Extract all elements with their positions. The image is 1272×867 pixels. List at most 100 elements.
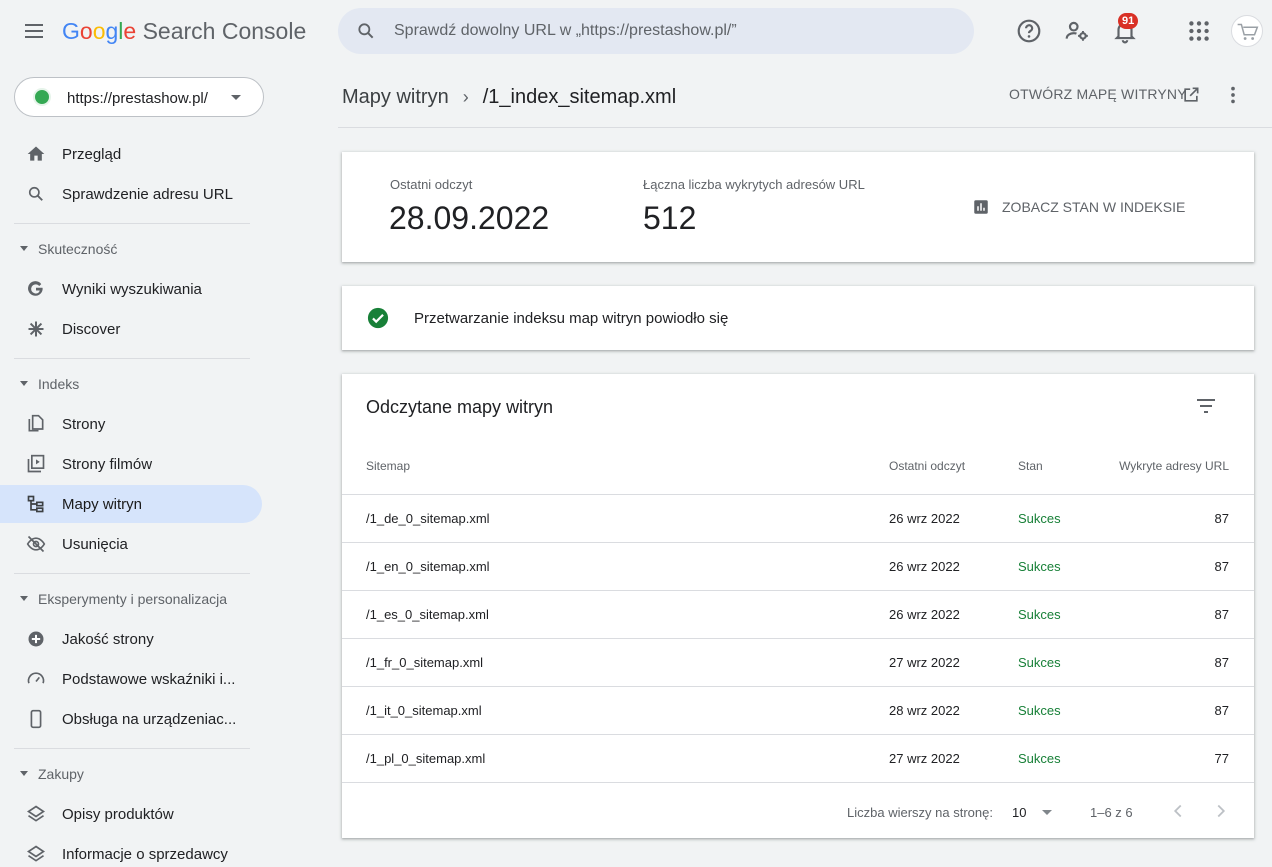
sidebar-item-search-results[interactable]: Wyniki wyszukiwania — [0, 270, 262, 308]
sidebar-item-url-inspection[interactable]: Sprawdzenie adresu URL — [0, 175, 262, 213]
sidebar-item-sitemaps[interactable]: Mapy witryn — [0, 485, 262, 523]
sitemap-cell: /1_es_0_sitemap.xml — [366, 607, 489, 622]
sitemap-cell: /1_en_0_sitemap.xml — [366, 559, 490, 574]
last-read-cell: 26 wrz 2022 — [889, 511, 960, 526]
sidebar-item-label: Sprawdzenie adresu URL — [62, 186, 233, 203]
sidebar-item-pages[interactable]: Strony — [0, 405, 262, 443]
sitemap-cell: /1_it_0_sitemap.xml — [366, 703, 482, 718]
column-header-discovered-urls[interactable]: Wykryte adresy URL — [1119, 459, 1229, 473]
search-console-logo[interactable]: Google Search Console — [62, 18, 306, 45]
header-divider — [338, 127, 1272, 128]
column-header-status[interactable]: Stan — [1018, 459, 1043, 473]
sitemap-cell: /1_fr_0_sitemap.xml — [366, 655, 484, 670]
open-in-new-icon[interactable] — [1181, 85, 1201, 105]
last-read-label: Ostatni odczyt — [390, 177, 473, 192]
last-read-cell: 26 wrz 2022 — [889, 607, 960, 622]
sidebar-item-label: Wyniki wyszukiwania — [62, 281, 202, 298]
chevron-right-icon: › — [462, 87, 469, 107]
discovered-urls-label: Łączna liczba wykrytych adresów URL — [643, 177, 865, 192]
section-label: Indeks — [38, 376, 80, 392]
filter-icon[interactable] — [1194, 394, 1218, 418]
status-cell: Sukces — [1018, 511, 1061, 526]
status-cell: Sukces — [1018, 703, 1061, 718]
table-row[interactable]: /1_fr_0_sitemap.xml 27 wrz 2022 Sukces 8… — [342, 638, 1254, 686]
sidebar-item-label: Przegląd — [62, 146, 122, 163]
sidebar-item-product-snippets[interactable]: Opisy produktów — [0, 795, 262, 833]
url-inspection-search[interactable] — [338, 8, 974, 54]
next-page-icon[interactable] — [1210, 800, 1232, 822]
section-shopping[interactable]: Zakupy — [0, 762, 262, 786]
success-check-icon — [367, 307, 389, 329]
more-vert-icon[interactable] — [1222, 84, 1244, 106]
eye-off-icon — [26, 535, 46, 553]
table-row[interactable]: /1_de_0_sitemap.xml 26 wrz 2022 Sukces 8… — [342, 494, 1254, 542]
apps-grid-icon[interactable] — [1186, 18, 1212, 44]
sidebar-divider — [14, 223, 250, 224]
previous-page-icon[interactable] — [1167, 800, 1189, 822]
search-input[interactable] — [394, 8, 954, 54]
phone-icon — [30, 709, 42, 729]
section-experiments[interactable]: Eksperymenty i personalizacja — [0, 587, 262, 611]
breadcrumb-parent[interactable]: Mapy witryn — [342, 86, 449, 108]
status-cell: Sukces — [1018, 655, 1061, 670]
discovered-urls-value: 512 — [643, 200, 697, 236]
rows-per-page-label: Liczba wierszy na stronę: — [847, 805, 993, 820]
last-read-cell: 27 wrz 2022 — [889, 751, 960, 766]
sidebar-item-overview[interactable]: Przegląd — [0, 135, 262, 173]
status-cell: Sukces — [1018, 559, 1061, 574]
bar-chart-icon — [974, 200, 988, 214]
table-row[interactable]: /1_it_0_sitemap.xml 28 wrz 2022 Sukces 8… — [342, 686, 1254, 734]
sitemap-cell: /1_de_0_sitemap.xml — [366, 511, 490, 526]
chevron-down-icon — [231, 95, 241, 100]
section-performance[interactable]: Skuteczność — [0, 237, 262, 261]
sidebar-item-merchant-listings[interactable]: Informacje o sprzedawcy — [0, 835, 262, 867]
sidebar-item-label: Strony — [62, 416, 106, 433]
help-icon[interactable] — [1016, 18, 1042, 44]
sidebar-item-mobile-usability[interactable]: Obsługa na urządzeniac... — [0, 700, 262, 738]
processing-status-card: Przetwarzanie indeksu map witryn powiodł… — [342, 286, 1254, 350]
last-read-cell: 26 wrz 2022 — [889, 559, 960, 574]
sidebar-item-video-pages[interactable]: Strony filmów — [0, 445, 262, 483]
google-g-icon — [28, 281, 43, 296]
property-url: https://prestashow.pl/ — [67, 90, 208, 107]
notification-count-badge: 91 — [1118, 13, 1139, 29]
section-label: Zakupy — [38, 766, 84, 782]
pagination-range: 1–6 z 6 — [1090, 805, 1133, 820]
sidebar-item-label: Usunięcia — [62, 536, 128, 553]
status-message: Przetwarzanie indeksu map witryn powiodł… — [414, 310, 729, 327]
status-cell: Sukces — [1018, 607, 1061, 622]
account-avatar[interactable] — [1231, 15, 1263, 47]
sidebar-item-discover[interactable]: Discover — [0, 310, 262, 348]
rows-per-page-select[interactable]: 10 — [1012, 802, 1056, 822]
collapse-arrow-icon — [20, 381, 28, 386]
collapse-arrow-icon — [20, 246, 28, 251]
sidebar-item-removals[interactable]: Usunięcia — [0, 525, 262, 563]
sidebar-item-label: Opisy produktów — [62, 806, 174, 823]
page-title: /1_index_sitemap.xml — [482, 86, 677, 108]
table-title: Odczytane mapy witryn — [366, 397, 554, 417]
sitemap-cell: /1_pl_0_sitemap.xml — [366, 751, 486, 766]
last-read-cell: 27 wrz 2022 — [889, 655, 960, 670]
discovered-urls-cell: 87 — [1214, 559, 1229, 574]
open-sitemap-button[interactable]: OTWÓRZ MAPĘ WITRYNY — [1009, 86, 1187, 102]
main-menu-button[interactable] — [22, 20, 46, 44]
section-index[interactable]: Indeks — [0, 372, 262, 396]
table-row[interactable]: /1_es_0_sitemap.xml 26 wrz 2022 Sukces 8… — [342, 590, 1254, 638]
asterisk-icon — [28, 321, 44, 337]
search-icon — [358, 23, 374, 39]
sidebar-item-page-quality[interactable]: Jakość strony — [0, 620, 262, 658]
video-pages-icon — [27, 454, 45, 473]
sitemap-icon — [27, 495, 44, 513]
sidebar-item-core-web-vitals[interactable]: Podstawowe wskaźniki i... — [0, 660, 262, 698]
home-icon — [27, 146, 45, 161]
property-selector[interactable]: https://prestashow.pl/ — [14, 77, 264, 117]
table-row[interactable]: /1_en_0_sitemap.xml 26 wrz 2022 Sukces 8… — [342, 542, 1254, 590]
column-header-sitemap[interactable]: Sitemap — [366, 459, 410, 473]
layers-icon — [26, 805, 46, 822]
manage-users-icon[interactable] — [1064, 18, 1090, 44]
search-icon — [28, 186, 43, 201]
table-row[interactable]: /1_pl_0_sitemap.xml 27 wrz 2022 Sukces 7… — [342, 734, 1254, 782]
sitemap-summary-card: Ostatni odczyt 28.09.2022 Łączna liczba … — [342, 152, 1254, 262]
discovered-urls-cell: 77 — [1214, 751, 1229, 766]
column-header-last-read[interactable]: Ostatni odczyt — [889, 459, 965, 473]
